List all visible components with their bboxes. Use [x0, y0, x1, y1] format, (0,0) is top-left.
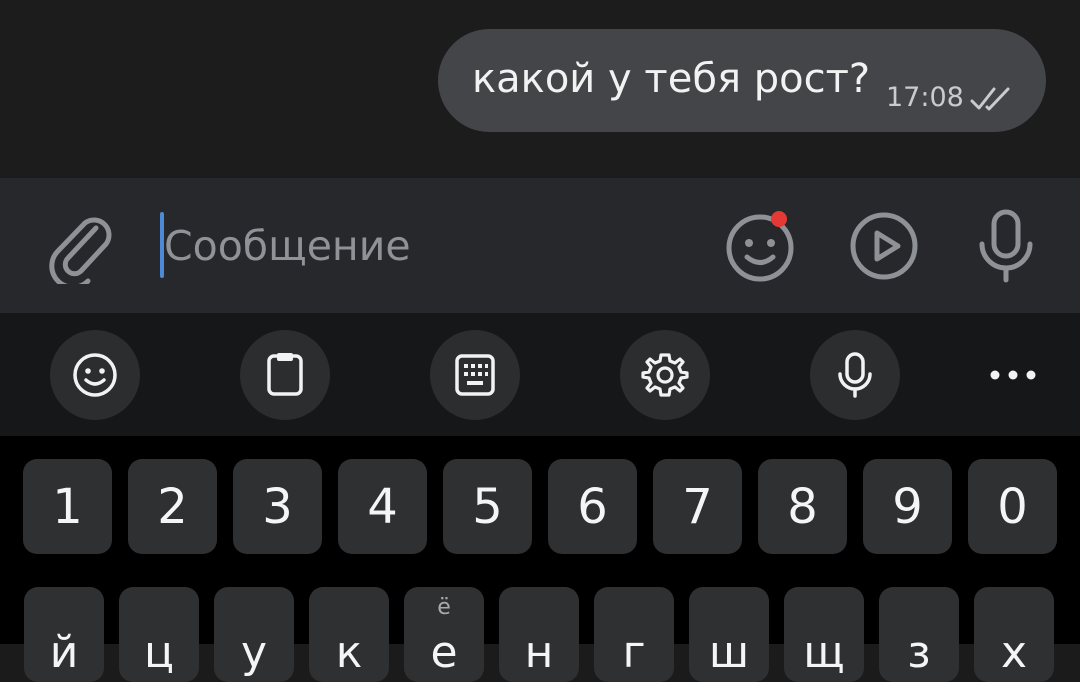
- message-input[interactable]: Сообщение: [164, 220, 411, 272]
- key-7[interactable]: 7: [653, 459, 742, 554]
- key-letter[interactable]: з: [879, 587, 959, 682]
- double-check-icon: [970, 87, 1010, 111]
- key-0[interactable]: 0: [968, 459, 1057, 554]
- play-circle-icon[interactable]: [846, 208, 922, 284]
- message-composer: Сообщение: [0, 178, 1080, 313]
- key-8[interactable]: 8: [758, 459, 847, 554]
- key-letter[interactable]: й: [24, 587, 104, 682]
- key-2[interactable]: 2: [128, 459, 217, 554]
- microphone-icon: [838, 352, 872, 398]
- gear-icon: [641, 353, 689, 397]
- key-letter[interactable]: х: [974, 587, 1054, 682]
- key-4[interactable]: 4: [338, 459, 427, 554]
- message-text: какой у тебя рост?: [472, 56, 871, 102]
- key-6[interactable]: 6: [548, 459, 637, 554]
- key-5[interactable]: 5: [443, 459, 532, 554]
- on-screen-keyboard: 1 2 3 4 5 6 7 8 9 0 й ц у к ё е н г ш щ …: [0, 436, 1080, 682]
- clipboard-icon: [267, 353, 303, 396]
- key-letter[interactable]: г: [594, 587, 674, 682]
- keyboard-layout-icon: [455, 354, 495, 396]
- key-letter[interactable]: щ: [784, 587, 864, 682]
- key-letter[interactable]: к: [309, 587, 389, 682]
- key-1[interactable]: 1: [23, 459, 112, 554]
- key-letter[interactable]: ц: [119, 587, 199, 682]
- emoji-icon[interactable]: [722, 208, 798, 284]
- key-3[interactable]: 3: [233, 459, 322, 554]
- keyboard-voice-button[interactable]: [810, 330, 900, 420]
- keyboard-toolbar: [0, 313, 1080, 436]
- paperclip-icon[interactable]: [44, 208, 116, 284]
- key-letter[interactable]: н: [499, 587, 579, 682]
- notification-dot: [771, 211, 787, 227]
- key-letter[interactable]: у: [214, 587, 294, 682]
- emoji-icon: [73, 353, 117, 397]
- keyboard-emoji-button[interactable]: [50, 330, 140, 420]
- keyboard-more-button[interactable]: [968, 330, 1058, 420]
- keyboard-settings-button[interactable]: [620, 330, 710, 420]
- key-letter-e[interactable]: ё е: [404, 587, 484, 682]
- chat-area: какой у тебя рост? 17:08: [0, 0, 1080, 178]
- microphone-icon[interactable]: [968, 208, 1044, 284]
- more-icon: [990, 370, 1036, 380]
- keyboard-clipboard-button[interactable]: [240, 330, 330, 420]
- key-letter[interactable]: ш: [689, 587, 769, 682]
- key-9[interactable]: 9: [863, 459, 952, 554]
- key-hint: ё: [437, 595, 451, 620]
- message-time: 17:08: [886, 82, 964, 113]
- keyboard-layout-button[interactable]: [430, 330, 520, 420]
- key-label: е: [430, 627, 458, 678]
- message-bubble[interactable]: какой у тебя рост? 17:08: [438, 29, 1046, 132]
